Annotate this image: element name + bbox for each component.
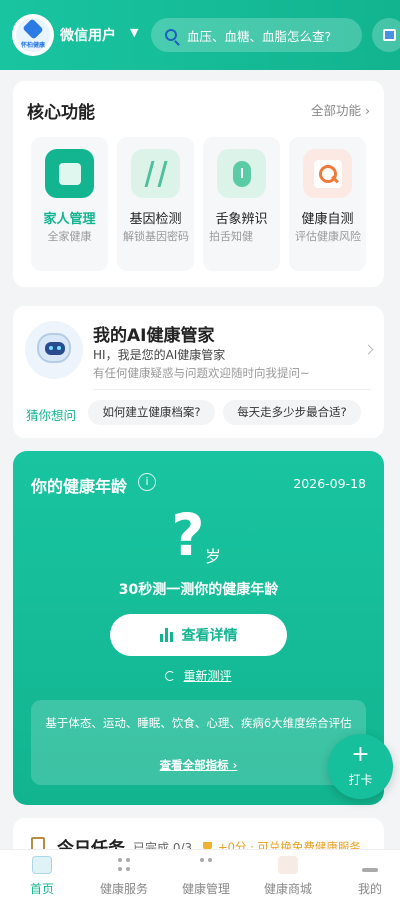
ai-greeting: HI，我是您的AI健康管家 <box>93 348 226 362</box>
guess-label: 猜你想问 <box>26 408 77 423</box>
func-sub: 全家健康 <box>47 230 92 243</box>
search-icon <box>165 29 177 41</box>
nav-health-mall[interactable]: 健康商城 <box>248 850 328 897</box>
logo-text: 怀柏健康 <box>20 42 45 49</box>
health-age-date: 2026-09-18 <box>293 476 366 491</box>
divider <box>93 389 371 390</box>
robot-icon <box>37 333 71 363</box>
all-functions-link[interactable]: 全部功能 › <box>311 100 370 119</box>
view-details-button[interactable]: 查看详情 <box>110 614 287 656</box>
check-in-label: 打卡 <box>348 773 373 787</box>
app-header: 怀柏健康 微信用户 ▼ 血压、血糖、血脂怎么查? <box>0 0 400 70</box>
health-age-prompt: 30秒测一测你的健康年龄 <box>118 582 279 598</box>
self-test-icon <box>303 149 352 198</box>
func-sub: 拍舌知健 <box>209 230 253 243</box>
search-input[interactable]: 血压、血糖、血脂怎么查? <box>151 18 362 52</box>
ai-description: 有任何健康疑惑与问题欢迎随时向我提问~ <box>93 366 310 380</box>
robot-avatar <box>25 321 83 379</box>
nav-label: 健康商城 <box>263 882 312 896</box>
nav-label: 我的 <box>357 882 382 896</box>
bottom-nav: 首页 健康服务 健康管理 健康商城 我的 <box>0 849 400 897</box>
plus-icon: + <box>351 742 370 767</box>
view-details-label: 查看详情 <box>181 628 238 644</box>
chevron-down-icon[interactable]: ▼ <box>130 26 138 39</box>
grid-icon <box>114 856 134 874</box>
func-label: 基因检测 <box>129 212 182 227</box>
user-name[interactable]: 微信用户 <box>60 25 116 45</box>
ai-title: 我的AI健康管家 <box>93 326 215 346</box>
nav-label: 健康管理 <box>181 882 230 896</box>
family-icon <box>45 149 94 198</box>
core-functions-card: 核心功能 全部功能 › 家人管理 全家健康 基因检测 解锁基因密码 舌象辨识 拍… <box>13 81 384 287</box>
health-age-note: 基于体态、运动、睡眠、饮食、心理、疾病6大维度综合评估 查看全部指标 › <box>31 700 366 785</box>
health-age-unit: 岁 <box>205 547 222 566</box>
func-sub: 评估健康风险 <box>295 230 361 243</box>
refresh-icon <box>165 671 176 681</box>
nav-profile[interactable]: 我的 <box>330 850 400 897</box>
app-logo[interactable]: 怀柏健康 <box>12 14 54 56</box>
tongue-icon <box>217 149 266 198</box>
question-chip[interactable]: 如何建立健康档案? <box>88 400 215 425</box>
func-label: 舌象辨识 <box>215 212 268 227</box>
profile-icon <box>360 856 380 874</box>
search-placeholder: 血压、血糖、血脂怎么查? <box>187 28 332 44</box>
all-indicators-link[interactable]: 查看全部指标 › <box>31 757 366 773</box>
nav-health-management[interactable]: 健康管理 <box>166 850 246 897</box>
func-health-self-test[interactable]: 健康自测 评估健康风险 <box>289 137 366 271</box>
retest-label: 重新测评 <box>183 669 232 683</box>
dots-icon <box>196 856 216 874</box>
retest-link[interactable]: 重新测评 <box>13 667 384 684</box>
nav-home[interactable]: 首页 <box>2 850 82 897</box>
health-age-title: 你的健康年龄 <box>31 477 128 496</box>
check-in-button[interactable]: + 打卡 <box>328 734 393 799</box>
func-label: 家人管理 <box>43 212 96 227</box>
section-title: 核心功能 <box>27 103 95 123</box>
nav-label: 健康服务 <box>99 882 148 896</box>
func-gene-test[interactable]: 基因检测 解锁基因密码 <box>117 137 194 271</box>
func-label: 健康自测 <box>301 212 354 227</box>
chevron-right-icon[interactable] <box>363 344 374 355</box>
home-icon <box>32 856 52 874</box>
nav-health-services[interactable]: 健康服务 <box>84 850 164 897</box>
func-family-management[interactable]: 家人管理 全家健康 <box>31 137 108 271</box>
info-icon[interactable]: i <box>138 473 156 491</box>
note-text: 基于体态、运动、睡眠、饮食、心理、疾病6大维度综合评估 <box>45 716 352 730</box>
shopping-bag-icon <box>278 856 298 874</box>
bar-chart-icon <box>159 628 174 642</box>
func-sub: 解锁基因密码 <box>123 230 189 243</box>
dna-icon <box>131 149 180 198</box>
box-icon <box>382 29 396 41</box>
box-button[interactable] <box>372 18 400 52</box>
nav-label: 首页 <box>29 882 54 896</box>
ai-manager-card[interactable]: 我的AI健康管家 HI，我是您的AI健康管家 有任何健康疑惑与问题欢迎随时向我提… <box>13 306 384 438</box>
func-tongue-recognition[interactable]: 舌象辨识 拍舌知健 <box>203 137 280 271</box>
question-chip[interactable]: 每天走多少步最合适? <box>223 400 361 425</box>
logo-icon: 怀柏健康 <box>16 18 50 52</box>
health-age-value: ? <box>171 501 205 569</box>
